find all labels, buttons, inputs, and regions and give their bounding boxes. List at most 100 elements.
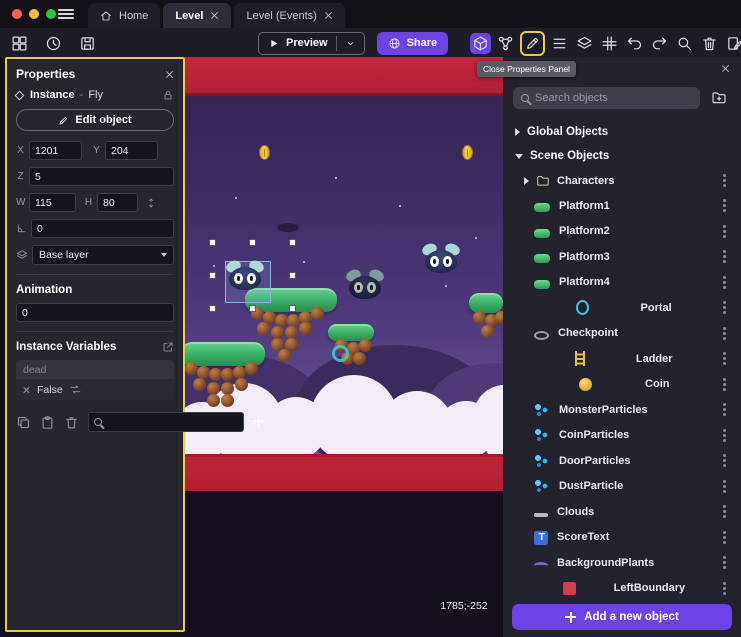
copy-icon[interactable] (16, 415, 31, 430)
object-menu-icon[interactable] (723, 179, 726, 182)
bottom-boundary-instance[interactable] (185, 454, 503, 491)
object-menu-icon[interactable] (723, 459, 726, 462)
edit-scene-icon[interactable] (724, 33, 741, 54)
z-order-field[interactable] (29, 167, 174, 186)
objects-search-input[interactable] (535, 92, 692, 104)
scene-objects-group[interactable]: Scene Objects (503, 144, 741, 168)
selection-handle[interactable] (289, 239, 296, 246)
project-manager-icon[interactable] (8, 32, 30, 54)
object-menu-icon[interactable] (723, 434, 726, 437)
object-list-item[interactable]: Clouds (503, 499, 741, 525)
object-list-item[interactable]: Platform2 (503, 219, 741, 245)
object-menu-icon[interactable] (723, 230, 726, 233)
object-list-item[interactable]: Platform3 (503, 244, 741, 270)
width-field[interactable] (29, 193, 76, 212)
close-tab-icon[interactable] (324, 11, 333, 20)
selection-handle[interactable] (289, 272, 296, 279)
angle-field[interactable] (31, 219, 174, 238)
fly-instance-selected[interactable] (225, 262, 265, 292)
global-objects-group[interactable]: Global Objects (503, 120, 741, 144)
aspect-ratio-lock-icon[interactable] (145, 197, 157, 209)
trash-icon[interactable] (699, 33, 720, 54)
redo-icon[interactable] (649, 33, 670, 54)
selection-handle[interactable] (209, 272, 216, 279)
delete-variable-icon[interactable] (64, 415, 79, 430)
selection-handle[interactable] (209, 305, 216, 312)
object-menu-icon[interactable] (723, 485, 726, 488)
open-variables-editor-icon[interactable] (162, 341, 174, 353)
fly-instance[interactable] (421, 245, 461, 275)
properties-pencil-icon[interactable] (520, 31, 545, 56)
selection-handle[interactable] (209, 239, 216, 246)
objects-list-icon[interactable] (549, 33, 570, 54)
object-list-item[interactable]: LeftBoundary (503, 576, 741, 602)
scene-canvas[interactable]: 1785;-252 (185, 57, 503, 637)
coin-instance[interactable] (259, 145, 270, 160)
close-window-button[interactable] (12, 9, 22, 19)
selection-handle[interactable] (289, 305, 296, 312)
tab-level-events[interactable]: Level (Events) (234, 3, 344, 28)
close-objects-panel-icon[interactable] (721, 64, 730, 73)
portal-instance[interactable] (332, 345, 349, 362)
coin-instance[interactable] (462, 145, 473, 160)
minimize-window-button[interactable] (29, 9, 39, 19)
lock-icon[interactable] (162, 89, 174, 101)
selection-handle[interactable] (249, 239, 256, 246)
x-position-field[interactable] (29, 141, 82, 160)
object-list-item[interactable]: Platform4 (503, 270, 741, 296)
object-menu-icon[interactable] (723, 204, 726, 207)
grid-icon[interactable] (599, 33, 620, 54)
platform-instance[interactable] (469, 293, 503, 313)
object-list-item[interactable]: ScoreText (503, 525, 741, 551)
y-position-field[interactable] (105, 141, 158, 160)
fly-instance[interactable] (345, 271, 385, 301)
paste-icon[interactable] (40, 415, 55, 430)
object-menu-icon[interactable] (723, 357, 726, 360)
object-menu-icon[interactable] (723, 408, 726, 411)
layer-select[interactable]: Base layer (32, 245, 174, 265)
height-field[interactable] (97, 193, 138, 212)
preview-button[interactable]: Preview (258, 32, 365, 55)
undo-icon[interactable] (624, 33, 645, 54)
instances-network-icon[interactable] (495, 33, 516, 54)
object-menu-icon[interactable] (723, 306, 726, 309)
object-menu-icon[interactable] (723, 255, 726, 258)
add-folder-icon[interactable] (707, 86, 731, 110)
hamburger-menu-icon[interactable] (58, 7, 74, 21)
object-list-item[interactable]: Checkpoint (503, 321, 741, 347)
objects-cube-icon[interactable] (470, 33, 491, 54)
variables-search-input[interactable] (106, 417, 238, 428)
object-menu-icon[interactable] (723, 587, 726, 590)
object-list-item[interactable]: Coin (503, 372, 741, 398)
edit-object-button[interactable]: Edit object (16, 109, 174, 131)
selection-handle[interactable] (249, 305, 256, 312)
variable-row[interactable]: dead False (16, 360, 174, 400)
top-boundary-instance[interactable] (185, 57, 503, 96)
history-icon[interactable] (42, 32, 64, 54)
swap-value-icon[interactable] (69, 383, 82, 396)
variables-search-box[interactable] (88, 412, 244, 432)
add-object-button[interactable]: Add a new object (512, 604, 732, 630)
object-menu-icon[interactable] (723, 332, 726, 335)
animation-field[interactable] (16, 303, 174, 322)
tab-level[interactable]: Level (163, 3, 231, 28)
close-properties-icon[interactable] (165, 70, 174, 79)
distant-fly-instance[interactable] (277, 223, 299, 232)
object-list-item[interactable]: Ladder (503, 346, 741, 372)
object-menu-icon[interactable] (723, 536, 726, 539)
layers-icon[interactable] (574, 33, 595, 54)
object-menu-icon[interactable] (723, 281, 726, 284)
share-button[interactable]: Share (377, 32, 449, 55)
object-menu-icon[interactable] (723, 510, 726, 513)
zoom-icon[interactable] (674, 33, 695, 54)
object-menu-icon[interactable] (723, 561, 726, 564)
close-tab-icon[interactable] (210, 11, 219, 20)
object-list-item[interactable]: Platform1 (503, 193, 741, 219)
object-list-item[interactable]: DoorParticles (503, 448, 741, 474)
object-list-item[interactable]: Portal (503, 295, 741, 321)
object-list-item[interactable]: MonsterParticles (503, 397, 741, 423)
maximize-window-button[interactable] (46, 9, 56, 19)
objects-search-box[interactable] (513, 87, 700, 109)
object-list-item[interactable]: DustParticle (503, 474, 741, 500)
object-list-item[interactable]: BackgroundPlants (503, 550, 741, 576)
